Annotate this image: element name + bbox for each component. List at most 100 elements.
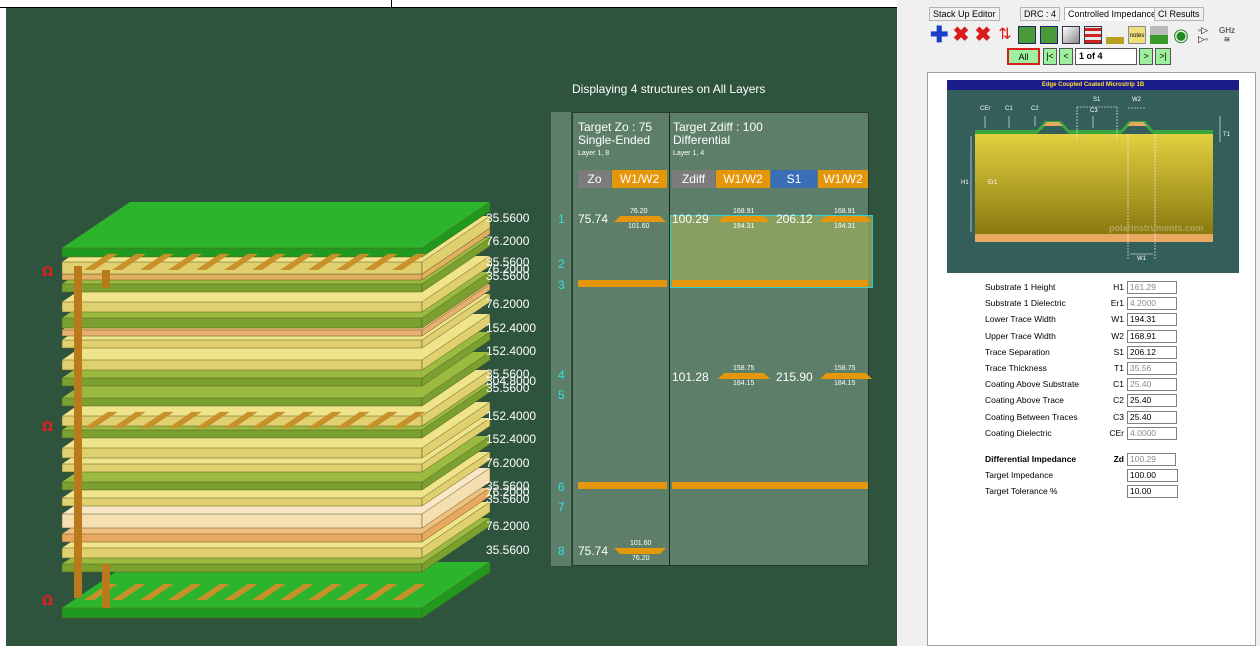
param-symbol: T1: [1114, 363, 1124, 373]
chart-icon[interactable]: [1106, 26, 1124, 44]
trace-shape-diff1-l1: [718, 216, 770, 222]
plane-bar-diff-l6: [672, 482, 868, 489]
all-button[interactable]: All: [1007, 48, 1040, 65]
param-symbol: Er1: [1110, 298, 1124, 309]
layer-number-column: [551, 112, 571, 566]
layer-front-face: [61, 377, 423, 387]
swap-icon[interactable]: ⇅: [996, 26, 1014, 44]
param-value-field[interactable]: 194.31: [1127, 313, 1177, 327]
ohm-marker: Ω: [42, 265, 53, 280]
layer-front-face: [61, 273, 423, 281]
param-value-field[interactable]: 168.91: [1127, 329, 1177, 343]
layer-thickness-label: 152.4000: [486, 321, 537, 335]
notes-icon[interactable]: notes: [1128, 26, 1146, 44]
w2-top-l1: 168.91: [834, 208, 856, 215]
layer-number: 6: [558, 480, 565, 494]
tab-controlled-impedance[interactable]: Controlled Impedance: [1064, 7, 1161, 21]
next-button[interactable]: >: [1139, 48, 1153, 65]
layer-thickness-label: 76.2000: [486, 297, 530, 311]
layer-thickness-label: 76.2000: [486, 456, 530, 470]
add-icon[interactable]: ✚: [930, 24, 948, 46]
top-left-panel-edge: [0, 0, 392, 8]
last-button[interactable]: >|: [1155, 48, 1171, 65]
structure-diagram: Edge Coupled Coated Microstrip 1B CEr C1…: [947, 80, 1239, 273]
layer-thickness-label: 35.5600: [486, 381, 530, 395]
layer-number: 5: [558, 388, 565, 402]
plane-bar-single-l3: [578, 280, 667, 287]
via-barrel: [102, 270, 110, 288]
param-symbol: CEr: [1109, 427, 1124, 438]
layer-front-face: [61, 247, 423, 258]
col-w1w2-single[interactable]: W1/W2: [612, 170, 667, 188]
delete-all-icon[interactable]: ✖: [974, 25, 992, 45]
prev-button[interactable]: <: [1059, 48, 1073, 65]
plane-bar-single-l6: [578, 482, 667, 489]
target-impedance-field[interactable]: 100.00: [1127, 469, 1178, 482]
ohm-marker: Ω: [42, 594, 53, 609]
c3-label: C3: [1090, 108, 1098, 114]
w1-bot-l4: 184.15: [733, 380, 755, 387]
param-label: Coating Dielectric: [985, 427, 1052, 438]
layer-front-face: [61, 329, 423, 337]
param-value-field[interactable]: 25.40: [1127, 410, 1177, 424]
grid-alt-icon[interactable]: [1040, 26, 1058, 44]
grid-icon[interactable]: [1018, 26, 1036, 44]
zdiff-value-l1: 100.29: [672, 212, 709, 226]
target-tolerance-field[interactable]: 10.00: [1127, 485, 1178, 498]
param-value-field[interactable]: 206.12: [1127, 345, 1177, 359]
structures-title: Displaying 4 structures on All Layers: [572, 82, 766, 96]
s1-label: S1: [1093, 97, 1101, 103]
page-indicator[interactable]: 1 of 4: [1075, 48, 1137, 65]
layer-number: 8: [558, 544, 565, 558]
h1-label: H1: [961, 180, 969, 186]
param-value-field[interactable]: 25.40: [1127, 394, 1177, 408]
w2-bot-l1: 194.31: [834, 223, 856, 230]
param-label: Substrate 1 Height: [985, 282, 1056, 292]
trace-shape-l8: [614, 548, 666, 554]
layer-front-face: [61, 547, 423, 559]
tab-ci-results[interactable]: CI Results: [1154, 7, 1204, 21]
w2-label: W2: [1132, 97, 1141, 103]
w-bot-l8: 76.20: [632, 555, 650, 562]
col-w1w2-diff-2[interactable]: W1/W2: [818, 170, 868, 188]
layer-front-face: [61, 301, 423, 313]
layer-thickness-label: 35.5600: [486, 269, 530, 283]
col-w1w2-diff[interactable]: W1/W2: [716, 170, 770, 188]
tab-drc[interactable]: DRC : 4: [1020, 7, 1061, 21]
ghz-icon[interactable]: GHz ≋: [1216, 26, 1238, 44]
via-barrel: [74, 266, 82, 598]
col-zdiff[interactable]: Zdiff: [672, 170, 715, 188]
col-s1[interactable]: S1: [771, 170, 817, 188]
export-icon[interactable]: [1150, 26, 1168, 44]
param-value-field: 4.0000: [1127, 426, 1177, 440]
view-icon[interactable]: ◉: [1172, 26, 1190, 44]
differential-icon[interactable]: ◦▷ ▷◦: [1194, 26, 1212, 44]
layer-thickness-label: 35.5600: [486, 211, 530, 225]
ohm-marker: Ω: [42, 420, 53, 435]
result-label: Differential Impedance: [985, 454, 1077, 464]
er1-label: Er1: [988, 180, 998, 186]
layer-front-face: [61, 359, 423, 371]
tab-stack-up-editor[interactable]: Stack Up Editor: [929, 7, 1000, 21]
pattern-icon[interactable]: [1084, 26, 1102, 44]
layer-front-face: [61, 447, 423, 459]
w2-bot-l4: 184.15: [834, 380, 856, 387]
param-value-field: 161.29: [1127, 281, 1177, 294]
cer-label: CEr: [980, 106, 991, 112]
layer-icon[interactable]: [1062, 26, 1080, 44]
trace-shape-diff1-l4: [718, 373, 770, 379]
layer-number: 2: [558, 257, 565, 271]
zo-value-l1: 75.74: [578, 212, 609, 226]
w-top-l1: 76.20: [630, 208, 648, 215]
delete-icon[interactable]: ✖: [952, 25, 970, 45]
col-zo[interactable]: Zo: [578, 170, 611, 188]
first-button[interactable]: |<: [1043, 48, 1057, 65]
s1-value-l4: 215.90: [776, 370, 813, 384]
param-label: Lower Trace Width: [985, 314, 1056, 325]
layer-thickness-label: 35.5600: [486, 492, 530, 506]
trace-shape-diff2-l4: [820, 373, 872, 379]
single-ended-label: Single-Ended: [578, 133, 651, 147]
layer-thickness-label: 76.2000: [486, 519, 530, 533]
layer-front-face: [61, 497, 423, 507]
param-symbol: C3: [1113, 411, 1124, 422]
